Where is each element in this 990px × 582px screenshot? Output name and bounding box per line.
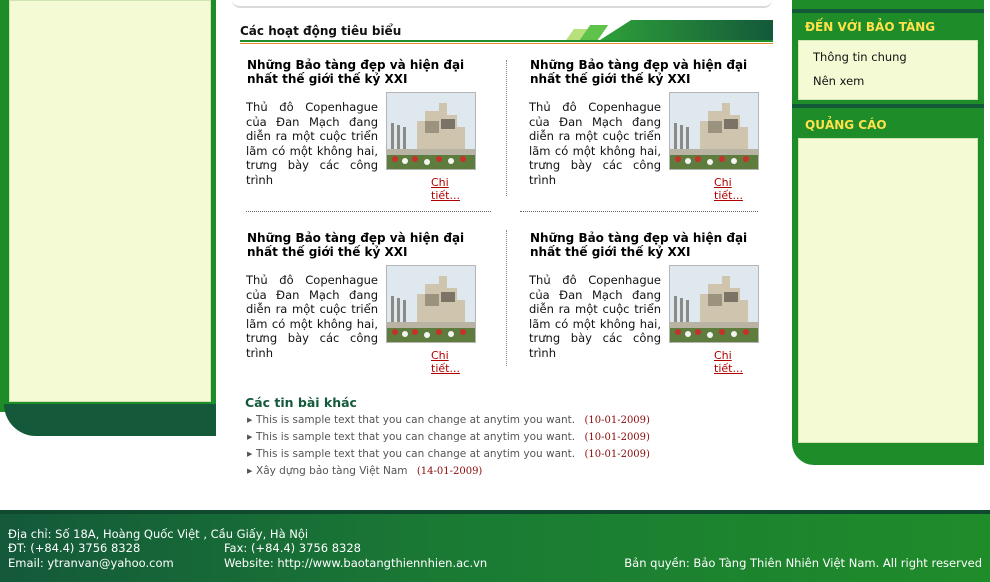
news-date: (14-01-2009) — [416, 466, 483, 477]
ads-section-title: QUẢNG CÁO — [805, 118, 887, 132]
card-divider-vertical — [506, 60, 507, 196]
left-sidebar — [0, 0, 216, 436]
bullet-arrow-icon: ▶ — [247, 433, 253, 441]
card-summary: Thủ đô Copenhague của Đan Mạch đang diễn… — [246, 100, 378, 187]
card-divider-horizontal — [520, 211, 758, 212]
content-top-edge — [232, 0, 772, 8]
details-link[interactable]: Chi tiết... — [714, 349, 763, 375]
highlight-card: Những Bảo tàng đẹp và hiện đại nhất thế … — [240, 58, 480, 202]
details-link[interactable]: Chi tiết... — [431, 349, 480, 375]
list-item[interactable]: ▶ This is sample text that you can chang… — [246, 446, 766, 463]
card-title[interactable]: Những Bảo tàng đẹp và hiện đại nhất thế … — [247, 231, 485, 259]
left-sidebar-footer-curve — [4, 404, 216, 436]
header-band — [600, 20, 773, 40]
news-link[interactable]: This is sample text that you can change … — [256, 414, 575, 426]
other-news-list: ▶ This is sample text that you can chang… — [246, 412, 766, 480]
footer — [0, 510, 990, 582]
museum-image — [670, 266, 758, 342]
highlight-card: Những Bảo tàng đẹp và hiện đại nhất thế … — [523, 231, 763, 375]
card-title[interactable]: Những Bảo tàng đẹp và hiện đại nhất thế … — [247, 58, 485, 86]
museum-image — [387, 266, 475, 342]
news-date: (10-01-2009) — [584, 415, 650, 426]
museum-image — [670, 93, 758, 169]
museum-thumbnail[interactable] — [386, 265, 476, 343]
footer-address: Địa chỉ: Số 18A, Hoàng Quốc Việt , Cầu G… — [8, 527, 309, 541]
museum-thumbnail[interactable] — [669, 92, 759, 170]
museum-section-title: ĐẾN VỚI BẢO TÀNG — [805, 20, 936, 34]
card-title[interactable]: Những Bảo tàng đẹp và hiện đại nhất thế … — [530, 231, 768, 259]
footer-top-border — [0, 510, 990, 514]
news-link[interactable]: Xây dựng bảo tàng Việt Nam — [256, 465, 408, 477]
sidebar-link-must-see[interactable]: Nên xem — [813, 74, 864, 88]
footer-website[interactable]: Website: http://www.baotangthiennhien.ac… — [224, 556, 487, 570]
footer-phone: ĐT: (+84.4) 3756 8328 — [8, 541, 141, 555]
museum-thumbnail[interactable] — [386, 92, 476, 170]
news-date: (10-01-2009) — [584, 432, 650, 443]
card-summary: Thủ đô Copenhague của Đan Mạch đang diễn… — [529, 273, 661, 360]
museum-links-panel — [798, 40, 978, 100]
bullet-arrow-icon: ▶ — [247, 467, 253, 475]
other-news-title: Các tin bài khác — [245, 395, 357, 410]
footer-copyright: Bản quyền: Bảo Tàng Thiên Nhiên Việt Nam… — [624, 556, 982, 570]
highlights-title: Các hoạt động tiêu biểu — [240, 24, 402, 38]
highlight-card: Những Bảo tàng đẹp và hiện đại nhất thế … — [523, 58, 763, 202]
list-item[interactable]: ▶ This is sample text that you can chang… — [246, 429, 766, 446]
footer-fax: Fax: (+84.4) 3756 8328 — [224, 541, 362, 555]
news-link[interactable]: This is sample text that you can change … — [256, 431, 575, 443]
footer-email[interactable]: Email: ytranvan@yahoo.com — [8, 556, 174, 570]
highlights-header: Các hoạt động tiêu biểu — [240, 20, 773, 44]
sidebar-link-general-info[interactable]: Thông tin chung — [813, 50, 907, 64]
list-item[interactable]: ▶ Xây dựng bảo tàng Việt Nam (14-01-2009… — [246, 463, 766, 480]
details-link[interactable]: Chi tiết... — [431, 176, 480, 202]
details-link[interactable]: Chi tiết... — [714, 176, 763, 202]
main-content: Các hoạt động tiêu biểu Những Bảo tàng đ… — [232, 0, 777, 480]
card-title[interactable]: Những Bảo tàng đẹp và hiện đại nhất thế … — [530, 58, 768, 86]
header-underline-accent — [240, 43, 773, 44]
card-divider-horizontal — [246, 211, 491, 212]
museum-thumbnail[interactable] — [669, 265, 759, 343]
list-item[interactable]: ▶ This is sample text that you can chang… — [246, 412, 766, 429]
museum-image — [387, 93, 475, 169]
news-link[interactable]: This is sample text that you can change … — [256, 448, 575, 460]
bullet-arrow-icon: ▶ — [247, 450, 253, 458]
bullet-arrow-icon: ▶ — [247, 416, 253, 424]
header-underline — [240, 40, 773, 42]
right-sidebar-separator — [792, 104, 984, 108]
card-divider-vertical — [506, 230, 507, 366]
news-date: (10-01-2009) — [584, 449, 650, 460]
ads-panel — [798, 138, 978, 443]
card-summary: Thủ đô Copenhague của Đan Mạch đang diễn… — [529, 100, 661, 187]
left-sidebar-panel — [9, 0, 211, 402]
right-sidebar-top-band — [792, 9, 984, 13]
card-summary: Thủ đô Copenhague của Đan Mạch đang diễn… — [246, 273, 378, 360]
right-sidebar: ĐẾN VỚI BẢO TÀNG Thông tin chung Nên xem… — [792, 0, 990, 470]
highlight-card: Những Bảo tàng đẹp và hiện đại nhất thế … — [240, 231, 480, 375]
